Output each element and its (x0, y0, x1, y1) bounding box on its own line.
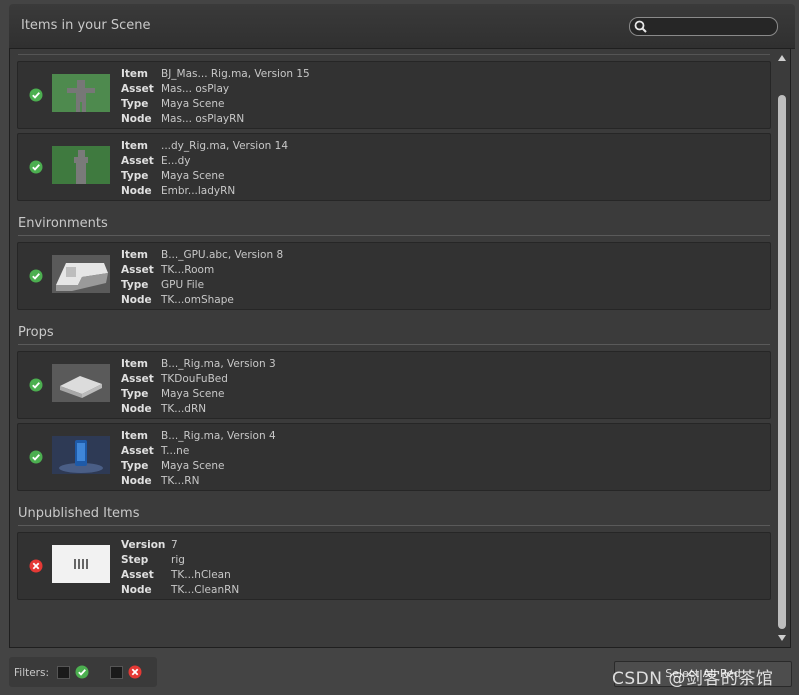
item-fields: Item BJ_Mas... Rig.ma, Version 15 Asset Ma… (121, 68, 310, 125)
ok-status-icon (29, 378, 43, 392)
error-filter-icon (128, 665, 142, 679)
list-item[interactable]: Version 7 Step rig Asset TK...hClean Node TK… (17, 532, 771, 600)
filter-error-checkbox[interactable] (110, 666, 123, 679)
filters-label: Filters: (14, 667, 50, 679)
item-fields: Item B..._Rig.ma, Version 4 Asset T...ne T… (121, 430, 276, 487)
search-box[interactable] (629, 17, 778, 36)
phone-thumbnail (52, 436, 110, 474)
search-icon (634, 20, 647, 33)
room-thumbnail (52, 255, 110, 293)
items-panel[interactable]: Item BJ_Mas... Rig.ma, Version 15 Asset Ma… (9, 48, 791, 648)
section-header-unpublished: Unpublished Items (18, 506, 140, 521)
search-input[interactable] (650, 18, 770, 35)
scrollbar-thumb[interactable] (778, 95, 786, 629)
list-item[interactable]: Item ...dy_Rig.ma, Version 14 Asset E...dy… (17, 133, 771, 201)
filters-bar: Filters: (9, 657, 157, 687)
ok-filter-icon (75, 665, 89, 679)
filter-ok-checkbox[interactable] (57, 666, 70, 679)
list-item[interactable]: Item B..._GPU.abc, Version 8 Asset TK...Ro… (17, 242, 771, 310)
header-title: Items in your Scene (21, 18, 151, 33)
list-item[interactable]: Item BJ_Mas... Rig.ma, Version 15 Asset Ma… (17, 61, 771, 129)
ok-status-icon (29, 160, 43, 174)
divider (18, 235, 770, 236)
divider (18, 344, 770, 345)
divider (18, 525, 770, 526)
character-thumbnail (52, 74, 110, 112)
ok-status-icon (29, 269, 43, 283)
bed-thumbnail (52, 364, 110, 402)
scene-header: Items in your Scene (9, 4, 795, 49)
section-header-environments: Environments (18, 216, 108, 231)
list-item[interactable]: Item B..._Rig.ma, Version 3 Asset TKDouFuB… (17, 351, 771, 419)
ok-status-icon (29, 450, 43, 464)
watermark: CSDN @剑客的茶馆 (612, 669, 774, 689)
item-fields: Item ...dy_Rig.ma, Version 14 Asset E...dy… (121, 140, 289, 197)
placeholder-thumbnail (52, 545, 110, 583)
scroll-up-icon[interactable] (776, 53, 788, 63)
scroll-down-icon[interactable] (776, 633, 788, 643)
list-item[interactable]: Item B..._Rig.ma, Version 4 Asset T...ne T… (17, 423, 771, 491)
character-thumbnail (52, 146, 110, 184)
error-status-icon (29, 559, 43, 573)
item-fields: Item B..._GPU.abc, Version 8 Asset TK...Ro… (121, 249, 284, 306)
section-header-props: Props (18, 325, 54, 340)
item-fields: Version 7 Step rig Asset TK...hClean Node TK… (121, 539, 240, 596)
vertical-scrollbar[interactable] (776, 51, 788, 645)
item-fields: Item B..._Rig.ma, Version 3 Asset TKDouFuB… (121, 358, 276, 415)
ok-status-icon (29, 88, 43, 102)
divider (18, 54, 770, 55)
